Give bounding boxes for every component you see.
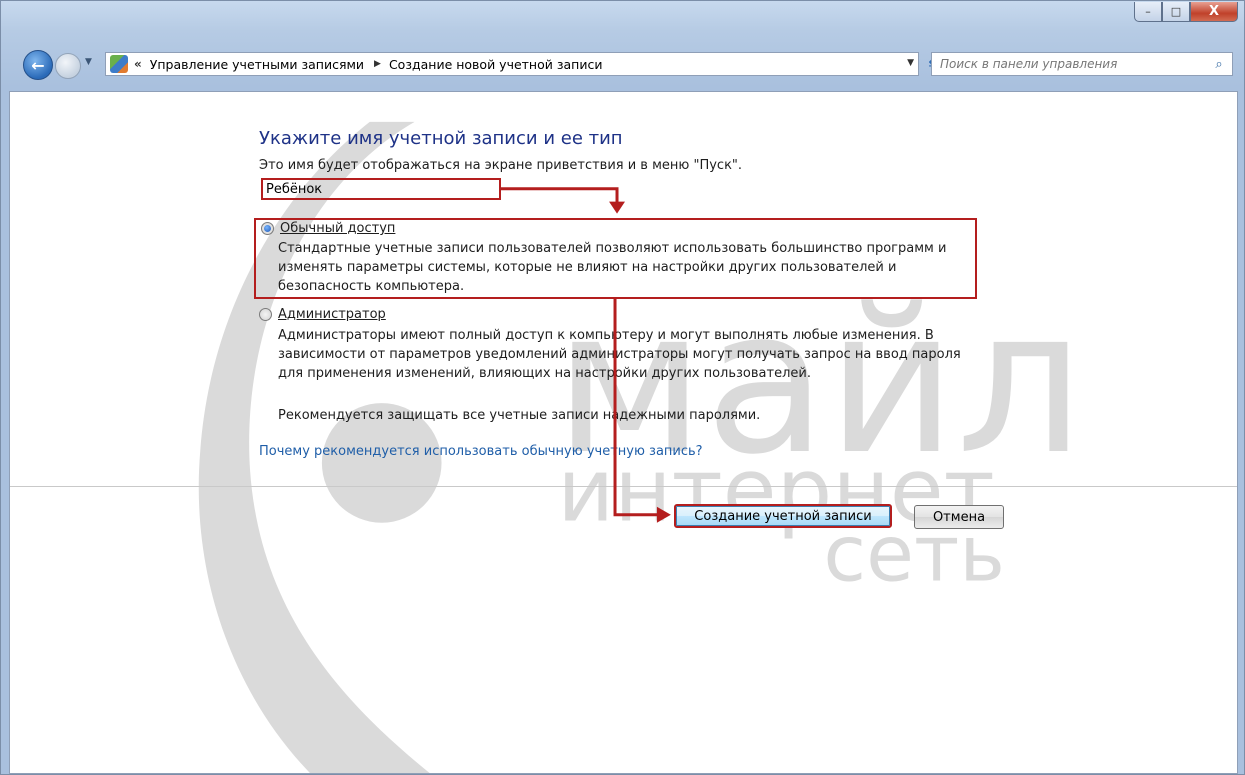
standard-description: Стандартные учетные записи пользователей… <box>278 239 946 296</box>
standard-description-line: безопасность компьютера. <box>278 279 465 294</box>
navigation-bar: ← ▼ « Управление учетными записями ▶ Соз… <box>1 47 1244 87</box>
account-name-input[interactable] <box>261 178 501 200</box>
window: – □ X ← ▼ « Управление учетными записями… <box>0 0 1245 775</box>
page-title: Укажите имя учетной записи и ее тип <box>259 128 623 149</box>
standard-description-line: изменять параметры системы, которые не в… <box>278 260 897 275</box>
page-description: Это имя будет отображаться на экране при… <box>259 158 743 173</box>
control-panel-icon <box>110 55 128 73</box>
radio-standard-button[interactable] <box>261 222 274 235</box>
help-link[interactable]: Почему рекомендуется использовать обычну… <box>259 444 703 459</box>
title-bar: – □ X <box>1 1 1244 39</box>
close-button[interactable]: X <box>1190 2 1238 22</box>
cancel-button[interactable]: Отмена <box>914 505 1004 529</box>
radio-standard-label[interactable]: Обычный доступ <box>280 221 395 236</box>
divider <box>10 486 1237 487</box>
radio-administrator[interactable]: Администратор <box>259 307 386 322</box>
administrator-description: Администраторы имеют полный доступ к ком… <box>278 326 961 383</box>
arrow-head-create <box>656 506 671 523</box>
window-controls: – □ X <box>1134 2 1238 22</box>
radio-administrator-button[interactable] <box>259 308 272 321</box>
administrator-description-line: зависимости от параметров уведомлений ад… <box>278 347 961 362</box>
password-recommendation: Рекомендуется защищать все учетные запис… <box>278 408 761 423</box>
radio-administrator-label[interactable]: Администратор <box>278 307 386 322</box>
arrow-head-options <box>609 201 625 214</box>
arrow-to-options <box>500 187 619 204</box>
search-input[interactable] <box>940 57 1210 71</box>
create-account-button[interactable]: Создание учетной записи <box>674 504 892 528</box>
breadcrumb-overflow[interactable]: « <box>134 57 142 71</box>
watermark-logo: майл интернет сеть <box>198 121 1084 773</box>
back-button[interactable]: ← <box>23 50 53 80</box>
search-icon[interactable]: ⌕ <box>1210 55 1228 73</box>
minimize-button[interactable]: – <box>1134 2 1162 22</box>
content-pane: майл интернет сеть Укажите имя учетной з… <box>9 91 1238 774</box>
address-dropdown-icon[interactable]: ▼ <box>907 58 914 68</box>
back-arrow-icon: ← <box>31 55 45 75</box>
search-box[interactable]: ⌕ <box>931 52 1233 76</box>
standard-description-line: Стандартные учетные записи пользователей… <box>278 241 947 256</box>
recent-pages-dropdown-icon[interactable]: ▼ <box>85 57 92 67</box>
breadcrumb-user-accounts[interactable]: Управление учетными записями <box>150 57 364 72</box>
radio-standard-access[interactable]: Обычный доступ <box>261 221 395 236</box>
breadcrumb-create-account[interactable]: Создание новой учетной записи <box>389 57 603 72</box>
forward-button[interactable] <box>55 53 81 79</box>
administrator-description-line: Администраторы имеют полный доступ к ком… <box>278 328 934 343</box>
maximize-button[interactable]: □ <box>1162 2 1190 22</box>
breadcrumb-separator-icon[interactable]: ▶ <box>374 59 381 69</box>
address-bar[interactable]: « Управление учетными записями ▶ Создани… <box>105 52 919 76</box>
administrator-description-line: для применения изменений, влияющих на на… <box>278 366 811 381</box>
annotation-arrows <box>500 187 671 523</box>
